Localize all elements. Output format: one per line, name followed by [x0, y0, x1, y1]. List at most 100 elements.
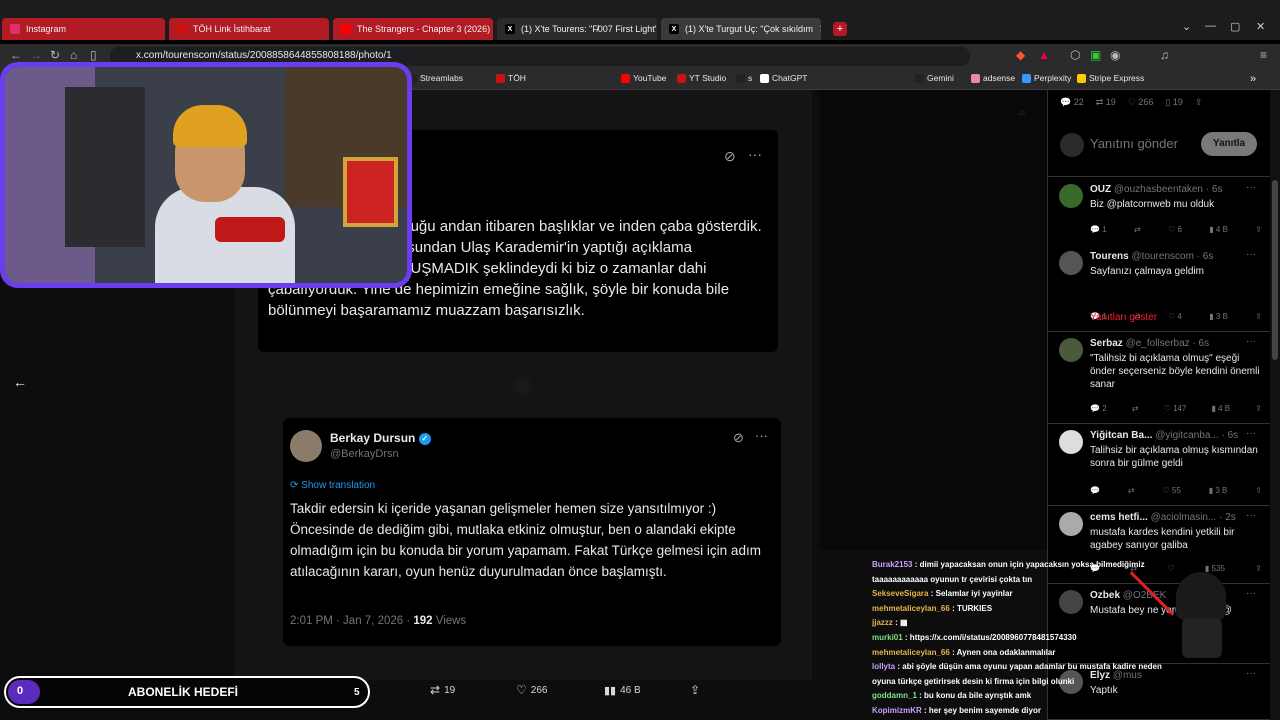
more-icon[interactable]: ··· [1246, 428, 1256, 439]
views-icon[interactable]: ▮ 3 B [1209, 486, 1228, 495]
views-button[interactable]: ▮▮ 46 B [604, 680, 641, 700]
reply-input[interactable]: Yanıtını gönder [1090, 136, 1178, 151]
goal-label: ABONELİK HEDEFİ [128, 685, 239, 699]
more-icon[interactable]: ··· [1246, 336, 1256, 347]
more-icon: ··· [748, 146, 762, 162]
chat-message: SekseveSigara : Selamlar iyi yayinlar [872, 587, 1162, 602]
reply-count[interactable]: 💬 22 [1060, 97, 1084, 108]
heart-icon[interactable]: ♡ 55 [1162, 486, 1180, 495]
more-bookmarks-icon[interactable]: » [1250, 73, 1256, 85]
extension-icon[interactable]: ◉ [1110, 48, 1120, 62]
heart-icon[interactable]: ♡ 6 [1168, 225, 1182, 234]
more-icon[interactable]: ··· [1246, 249, 1256, 260]
like-button[interactable]: ♡ 266 [516, 680, 547, 700]
author-name: Berkay Dursun [330, 431, 416, 445]
tab-0[interactable]: Instagram [2, 18, 165, 40]
retweet-icon[interactable]: ⇄ [1134, 225, 1141, 234]
bookmark-item[interactable]: Perplexity [1022, 73, 1071, 83]
reply-item[interactable]: OUZ @ouzhasbeentaken · 6s Biz @platcornwe… [1047, 178, 1270, 245]
bookmark-item[interactable]: Streamlabs [408, 73, 463, 83]
share-button[interactable]: ⇪ [690, 680, 700, 700]
reply-item[interactable]: Serbaz @e_follserbaz · 6s "Talihsiz bi aç… [1047, 332, 1270, 424]
reply-icon[interactable]: 💬 1 [1090, 225, 1107, 234]
tab-2[interactable]: The Strangers - Chapter 3 (2026) Offi [333, 18, 493, 40]
reply-icon[interactable]: 💬 2 [1090, 404, 1107, 413]
back-icon[interactable]: ← [10, 48, 22, 62]
scrollbar[interactable] [1271, 90, 1280, 720]
bookmark-icon[interactable]: ▯ [90, 48, 97, 62]
share-icon[interactable]: ⇪ [1255, 486, 1262, 495]
share-icon[interactable]: ⇪ [1255, 404, 1262, 413]
maximize-button[interactable]: ▢ [1230, 20, 1240, 33]
show-translation-link: Show translation [301, 480, 376, 491]
views-icon[interactable]: ▮ 4 B [1209, 225, 1228, 234]
new-tab-button[interactable]: + [833, 22, 847, 36]
more-icon[interactable]: ··· [1246, 588, 1256, 599]
tab-4[interactable]: X (1) X'te Turgut Uç: "Çok sıkıldım ✕ [661, 18, 821, 40]
bookmark-item[interactable]: Gemini [915, 73, 954, 83]
forward-icon[interactable]: → [30, 48, 42, 62]
bookmark-item[interactable]: YouTube [621, 73, 666, 83]
reload-icon[interactable]: ↻ [50, 48, 60, 62]
retweet-button[interactable]: ⇄ 19 [430, 680, 455, 700]
close-window-button[interactable]: ✕ [1256, 20, 1265, 33]
chat-message: Burak2153 : dimii yapacaksan onun için y… [872, 558, 1162, 587]
share-icon[interactable]: ⇪ [1195, 97, 1203, 108]
bookmark-item[interactable]: ChatGPT [760, 73, 807, 83]
retweet-count[interactable]: ⇄ 19 [1096, 97, 1116, 108]
heart-icon[interactable]: ♡ 147 [1164, 404, 1187, 413]
bookmark-favicon-icon [971, 73, 980, 83]
view-count: 192 [413, 615, 433, 627]
share-icon[interactable]: ⇪ [1255, 225, 1262, 234]
reply-handle: @aciolmasin... · 2s [1150, 512, 1236, 523]
reply-item[interactable]: Yiğitcan Ba... @yigitcanba... · 6s Talihs… [1047, 424, 1270, 506]
bookmark-count[interactable]: ▯ 19 [1165, 97, 1182, 108]
reply-icon[interactable]: 💬 [1090, 486, 1100, 495]
tab-3[interactable]: X (1) X'te Tourens: "F̸007 First Light'ın [497, 18, 657, 40]
bookmark-favicon-icon [760, 73, 769, 83]
bookmark-item[interactable]: s [736, 73, 752, 83]
bookmark-favicon-icon [496, 73, 505, 83]
retweet-icon[interactable]: ⇄ [1128, 486, 1135, 495]
menu-icon[interactable]: ≡ [1260, 48, 1267, 62]
share-icon[interactable]: ⇪ [1255, 564, 1262, 573]
views-icon[interactable]: ▮ 3 B [1209, 312, 1228, 321]
bookmark-item[interactable]: TÖH [496, 73, 526, 83]
reply-button[interactable]: Yanıtla [1201, 132, 1257, 156]
bookmark-item[interactable]: Stripe Express [1077, 73, 1144, 83]
more-icon[interactable]: ··· [1246, 182, 1256, 193]
more-icon[interactable]: ··· [1246, 668, 1256, 679]
reply-item[interactable]: Tourens @tourenscom · 6s Sayfanızı çalmay… [1047, 245, 1270, 332]
retweet-icon[interactable]: ⇄ [1132, 404, 1139, 413]
avatar [1059, 512, 1083, 536]
tab-1[interactable]: TÖH Link İstihbarat [169, 18, 329, 40]
share-icon[interactable]: ⇪ [1255, 312, 1262, 321]
chat-username: mehmetaliceylan_66 [872, 603, 950, 613]
close-tab-icon[interactable]: ✕ [819, 24, 821, 35]
brave-rewards-icon[interactable]: ▲ [1038, 48, 1050, 62]
quoted-tweet-card: Berkay Dursun ✓ @BerkayDrsn ⊘ ··· ⟳ Show… [283, 418, 781, 646]
like-count[interactable]: ♡ 266 [1128, 97, 1154, 108]
bookmark-item[interactable]: adsense [971, 73, 1015, 83]
tab-search-icon[interactable]: ⌄ [1182, 20, 1191, 33]
tweet-time: 2:01 PM · Jan 7, 2026 · [290, 615, 414, 627]
show-replies-link[interactable]: Yanıtları göster [1090, 312, 1157, 323]
chat-text: : her şey benim sayemde diyor [924, 705, 1041, 715]
share-icon: ⇪ [690, 683, 701, 697]
extension-icon[interactable]: ⬡ [1070, 48, 1080, 62]
back-arrow-icon[interactable]: ← [13, 374, 27, 390]
brave-shield-icon[interactable]: ◆ [1016, 48, 1025, 62]
heart-icon[interactable]: ♡ 4 [1168, 312, 1182, 321]
more-icon[interactable]: ··· [1246, 510, 1256, 521]
music-icon[interactable]: ♫ [1160, 48, 1169, 62]
bookmark-item[interactable]: YT Studio [677, 73, 726, 83]
extension-icon[interactable]: ▣ [1090, 48, 1101, 62]
chat-username: lollyta [872, 662, 896, 672]
chat-username: Burak2153 [872, 560, 913, 569]
views-icon[interactable]: ▮ 4 B [1211, 404, 1230, 413]
tab-label: TÖH Link İstihbarat [193, 24, 271, 34]
tweet-text: Takdir edersin ki içeride yaşanan gelişm… [290, 501, 761, 579]
tab-label: Instagram [26, 24, 67, 34]
home-icon[interactable]: ⌂ [70, 48, 77, 62]
minimize-button[interactable]: — [1205, 20, 1216, 32]
